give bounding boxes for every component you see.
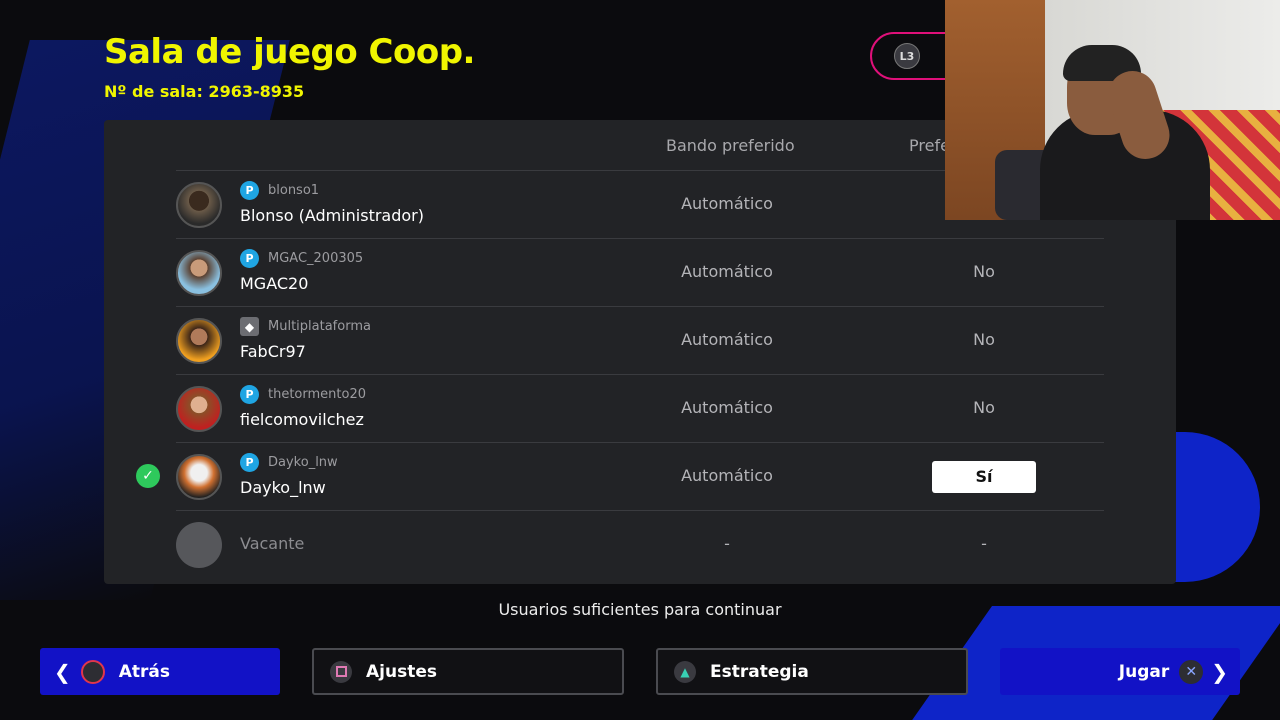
ready-check-icon: ✓ — [136, 464, 160, 488]
vacant-label: Vacante — [240, 534, 305, 553]
preference-value: - — [981, 534, 987, 553]
webcam-overlay — [945, 0, 1280, 220]
player-name: FabCr97 — [240, 342, 306, 361]
psn-icon: P — [240, 181, 259, 200]
column-header-preferencia: Prefe — [909, 136, 950, 155]
back-button[interactable]: ❮ Atrás — [40, 648, 280, 695]
player-row[interactable]: P Dayko_lnw Dayko_lnw Automático Sí — [176, 442, 1104, 510]
strategy-button[interactable]: ▲ Estrategia — [656, 648, 968, 695]
cross-button-icon: ✕ — [1179, 659, 1204, 684]
player-row[interactable]: P MGAC_200305 MGAC20 Automático No — [176, 238, 1104, 306]
circle-button-icon — [80, 659, 105, 684]
column-header-bando: Bando preferido — [666, 136, 795, 155]
player-row[interactable]: ◆ Multiplataforma FabCr97 Automático No — [176, 306, 1104, 374]
player-handle: Multiplataforma — [268, 319, 371, 334]
square-button-icon — [330, 660, 352, 683]
l3-button-icon: L3 — [894, 43, 920, 69]
vacant-avatar — [176, 522, 222, 568]
vacant-slot-row[interactable]: Vacante - - — [176, 510, 1104, 578]
settings-button[interactable]: Ajustes — [312, 648, 624, 695]
player-avatar — [176, 250, 222, 296]
player-avatar — [176, 454, 222, 500]
status-message: Usuarios suficientes para continuar — [498, 600, 782, 619]
psn-icon: P — [240, 249, 259, 268]
play-label: Jugar — [1118, 661, 1170, 682]
bando-value: Automático — [681, 330, 773, 349]
page-title: Sala de juego Coop. — [104, 32, 475, 72]
back-label: Atrás — [118, 661, 171, 682]
player-avatar — [176, 182, 222, 228]
play-button[interactable]: Jugar ✕ ❯ — [1000, 648, 1240, 695]
player-row[interactable]: P thetormento20 fielcomovilchez Automáti… — [176, 374, 1104, 442]
gamepad-icon: ◆ — [240, 317, 259, 336]
preference-selector[interactable]: Sí — [932, 461, 1036, 493]
bando-value: - — [724, 534, 730, 553]
player-name: Blonso (Administrador) — [240, 206, 424, 225]
player-avatar — [176, 386, 222, 432]
preference-value[interactable]: No — [932, 262, 1036, 281]
preference-value[interactable]: No — [932, 330, 1036, 349]
player-name: Dayko_lnw — [240, 478, 326, 497]
player-avatar — [176, 318, 222, 364]
player-handle: blonso1 — [268, 183, 320, 198]
bando-value: Automático — [681, 398, 773, 417]
bando-value: Automático — [681, 466, 773, 485]
bando-value: Automático — [681, 194, 773, 213]
preference-value[interactable]: No — [932, 398, 1036, 417]
chevron-left-icon: ❮ — [54, 659, 71, 684]
player-name: fielcomovilchez — [240, 410, 364, 429]
psn-icon: P — [240, 453, 259, 472]
player-handle: MGAC_200305 — [268, 251, 364, 266]
psn-icon: P — [240, 385, 259, 404]
settings-label: Ajustes — [366, 661, 437, 682]
triangle-button-icon: ▲ — [674, 660, 696, 683]
player-name: MGAC20 — [240, 274, 309, 293]
strategy-label: Estrategia — [710, 661, 809, 682]
player-handle: Dayko_lnw — [268, 455, 338, 470]
chevron-right-icon: ❯ — [1211, 659, 1228, 684]
bando-value: Automático — [681, 262, 773, 281]
player-handle: thetormento20 — [268, 387, 366, 402]
room-number: Nº de sala: 2963-8935 — [104, 82, 305, 101]
